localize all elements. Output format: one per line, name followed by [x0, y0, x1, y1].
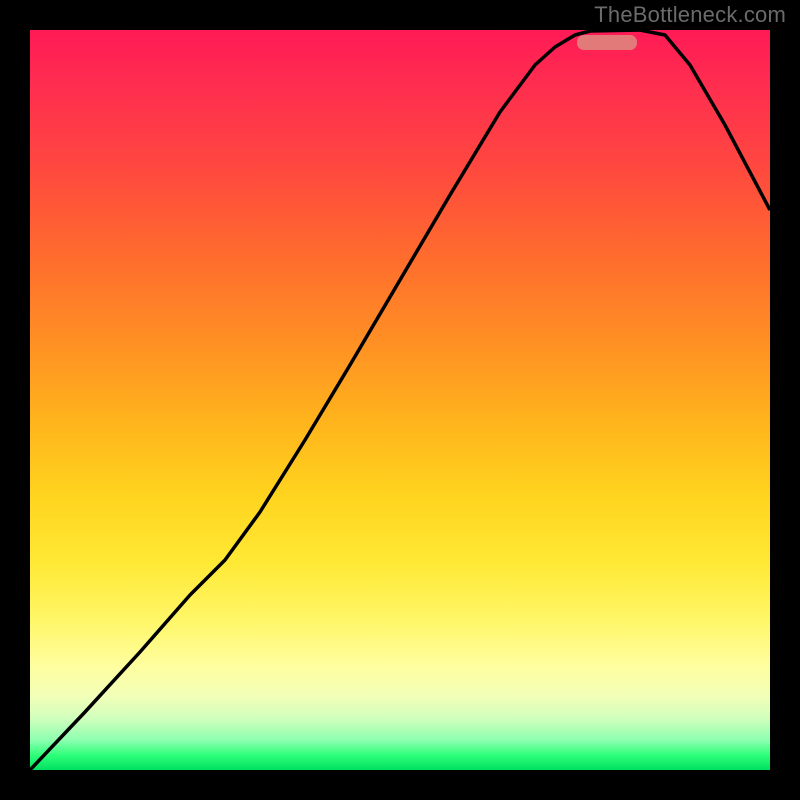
watermark-label: TheBottleneck.com [594, 2, 786, 28]
plot-area [30, 30, 770, 770]
curve-layer [30, 30, 770, 770]
optimal-marker [577, 35, 637, 50]
chart-frame: TheBottleneck.com [0, 0, 800, 800]
bottleneck-curve [30, 30, 770, 770]
